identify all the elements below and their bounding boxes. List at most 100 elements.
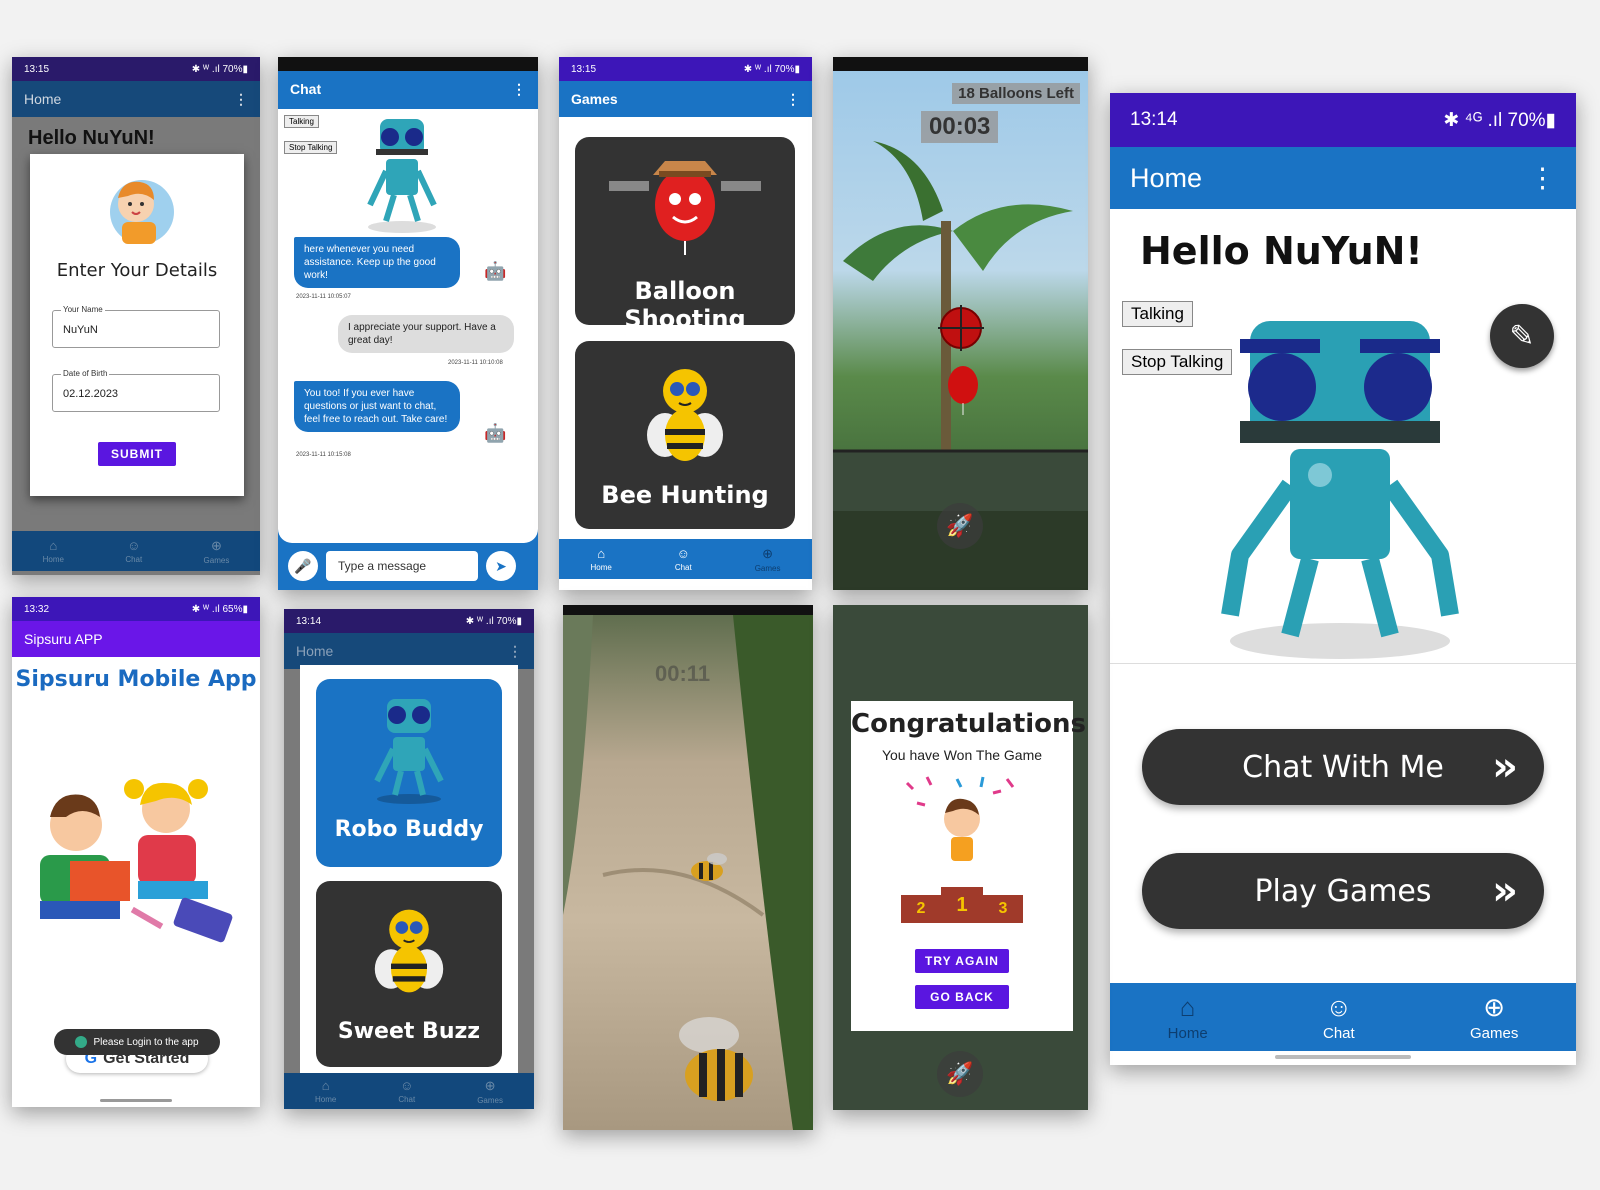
overflow-menu-icon[interactable]: ⋮	[234, 91, 248, 108]
bottom-nav: ⌂ Home ☺ Chat ⊕ Games	[1110, 983, 1576, 1051]
nav-home[interactable]: ⌂ Home	[315, 1078, 336, 1104]
balloon-target[interactable]	[945, 365, 981, 415]
double-chevron-right-icon: »	[1492, 868, 1518, 914]
chat-area: Talking Stop Talking here whenever you n…	[278, 109, 538, 543]
name-field-value: NuYuN	[63, 324, 98, 336]
games-screen: 13:15 ✱ ᵂ .ıl 70%▮ Games ⋮ Balloon Shootin…	[559, 57, 812, 590]
message-input-placeholder: Type a message	[338, 559, 427, 573]
chat-with-me-button[interactable]: Chat With Me»	[1142, 729, 1544, 805]
nav-chat[interactable]: ☺ Chat	[125, 538, 142, 564]
dob-field-label: Date of Birth	[61, 369, 110, 378]
overflow-menu-icon[interactable]: ⋮	[508, 643, 522, 660]
status-strip	[278, 57, 538, 71]
robot-3d-model[interactable]	[1210, 315, 1470, 665]
card-title: Sweet Buzz	[337, 1019, 481, 1044]
home-icon: ⌂	[597, 546, 606, 561]
name-field[interactable]: Your Name NuYuN	[52, 305, 220, 348]
bee-target[interactable]	[659, 1005, 779, 1115]
dob-field[interactable]: Date of Birth 02.12.2023	[52, 369, 220, 412]
status-bar: 13:14 ✱ ⁴ᴳ .ıl 70%▮	[1110, 93, 1576, 147]
nav-home[interactable]: ⌂ Home	[1168, 992, 1208, 1042]
pencil-icon: ✎	[1509, 319, 1535, 353]
message-timestamp: 2023-11-11 10:15:08	[296, 452, 351, 458]
chat-icon: ☺	[1325, 992, 1353, 1022]
send-button[interactable]: ➤	[486, 551, 516, 581]
details-screen: 13:15 ✱ ᵂ .ıl 70%▮ Home ⋮ Hello NuYuN! Ent…	[12, 57, 260, 575]
home-icon: ⌂	[1179, 992, 1196, 1022]
nav-home[interactable]: ⌂ Home	[43, 538, 64, 564]
message-input[interactable]: Type a message	[326, 551, 478, 581]
overflow-menu-icon[interactable]: ⋮	[512, 81, 526, 98]
home-icon: ⌂	[49, 538, 58, 553]
balloon-cowboy-illustration	[609, 161, 761, 255]
try-again-button[interactable]: TRY AGAIN	[915, 949, 1009, 973]
nav-chat[interactable]: ☺ Chat	[675, 546, 692, 572]
crosshair-icon	[938, 305, 984, 351]
bottom-nav: ⌂ Home ☺ Chat ⊕ Games	[284, 1073, 534, 1109]
play-games-button[interactable]: Play Games»	[1142, 853, 1544, 929]
status-strip	[563, 605, 813, 615]
nav-games[interactable]: ⊕ Games	[477, 1078, 503, 1105]
dialog-title: Enter Your Details	[56, 260, 218, 281]
nav-games[interactable]: ⊕ Games	[755, 546, 781, 573]
nav-games[interactable]: ⊕ Games	[1470, 992, 1518, 1042]
mic-button[interactable]: 🎤	[288, 551, 318, 581]
home-screen: 13:14 ✱ ⁴ᴳ .ıl 70%▮ Home ⋮ Hello NuYuN! Ta…	[1110, 93, 1576, 1065]
app-bar: Chat ⋮	[278, 71, 538, 107]
talking-chip[interactable]: Talking	[284, 115, 319, 128]
win-dialog: Congratulations! You have Won The Game 2…	[851, 701, 1088, 1031]
app-bar-title: Home	[296, 643, 334, 659]
chat-message-bot: here whenever you need assistance. Keep …	[294, 237, 460, 288]
bee-target[interactable]	[687, 851, 733, 887]
nav-home[interactable]: ⌂ Home	[590, 546, 611, 572]
cards-sheet: Robo Buddy Sweet Buzz	[300, 665, 518, 1077]
gesture-bar	[1275, 1055, 1411, 1059]
balloons-left-label: 18 Balloons Left	[952, 83, 1080, 104]
win-screen: Congratulations! You have Won The Game 2…	[833, 605, 1088, 1110]
chat-screen: Chat ⋮ Talking Stop Talking here whenever…	[278, 57, 538, 590]
go-back-button[interactable]: GO BACK	[915, 985, 1009, 1009]
game-timer: 00:11	[655, 661, 711, 686]
stop-talking-chip[interactable]: Stop Talking	[284, 141, 338, 154]
chat-icon: ☺	[127, 538, 141, 553]
message-timestamp: 2023-11-11 10:10:08	[448, 360, 503, 366]
overflow-menu-icon[interactable]: ⋮	[786, 91, 800, 108]
edit-button[interactable]: ✎	[1490, 304, 1554, 368]
balloon-shooting-card[interactable]: Balloon Shooting	[575, 137, 795, 333]
sweet-buzz-card[interactable]: Sweet Buzz	[316, 881, 502, 1067]
card-title: Robo Buddy	[334, 817, 484, 842]
status-bar: 13:15 ✱ ᵂ .ıl 70%▮	[12, 57, 260, 81]
rocket-icon: 🚀	[946, 1061, 974, 1086]
robot-avatar	[367, 119, 437, 233]
name-field-label: Your Name	[61, 305, 105, 314]
headline: Sipsuru Mobile App	[15, 667, 257, 692]
status-bar: 13:32 ✱ ᵂ .ıl 65%▮	[12, 597, 260, 621]
app-bar: Games ⋮	[559, 81, 812, 117]
bee-hunting-card[interactable]: Bee Hunting	[575, 341, 795, 529]
status-bar: 13:14 ✱ ᵂ .ıl 70%▮	[284, 609, 534, 633]
details-dialog: Enter Your Details Your Name NuYuN Date …	[30, 154, 244, 496]
app-bar-title: Home	[1130, 162, 1203, 193]
overflow-menu-icon[interactable]: ⋮	[1529, 163, 1556, 194]
rocket-fire-button[interactable]: 🚀	[937, 1051, 983, 1097]
bee-illustration	[374, 909, 444, 993]
nav-chat[interactable]: ☺ Chat	[398, 1078, 415, 1104]
dob-field-value: 02.12.2023	[63, 388, 119, 400]
gamepad-icon: ⊕	[1483, 992, 1506, 1022]
game-title: Balloon Shooting	[624, 277, 746, 333]
app-bar-title: Games	[571, 91, 618, 107]
login-screen: 13:32 ✱ ᵂ .ıl 65%▮ Sipsuru APP Sipsuru Mo…	[12, 597, 260, 1107]
gamepad-icon: ⊕	[762, 545, 774, 561]
robo-buddy-card[interactable]: Robo Buddy	[316, 679, 502, 867]
bee-game-screen: 00:11	[563, 605, 813, 1130]
rocket-fire-button[interactable]: 🚀	[937, 503, 983, 549]
app-bar-title: Sipsuru APP	[24, 631, 103, 647]
podium-second: 2	[901, 895, 941, 923]
talking-chip[interactable]: Talking	[1122, 301, 1193, 327]
robot-face-icon: 🤖	[484, 423, 507, 443]
submit-button[interactable]: SUBMIT	[98, 442, 176, 466]
nav-games[interactable]: ⊕ Games	[204, 538, 230, 565]
status-strip	[833, 57, 1088, 71]
double-chevron-right-icon: »	[1492, 744, 1518, 790]
nav-chat[interactable]: ☺ Chat	[1323, 992, 1355, 1042]
